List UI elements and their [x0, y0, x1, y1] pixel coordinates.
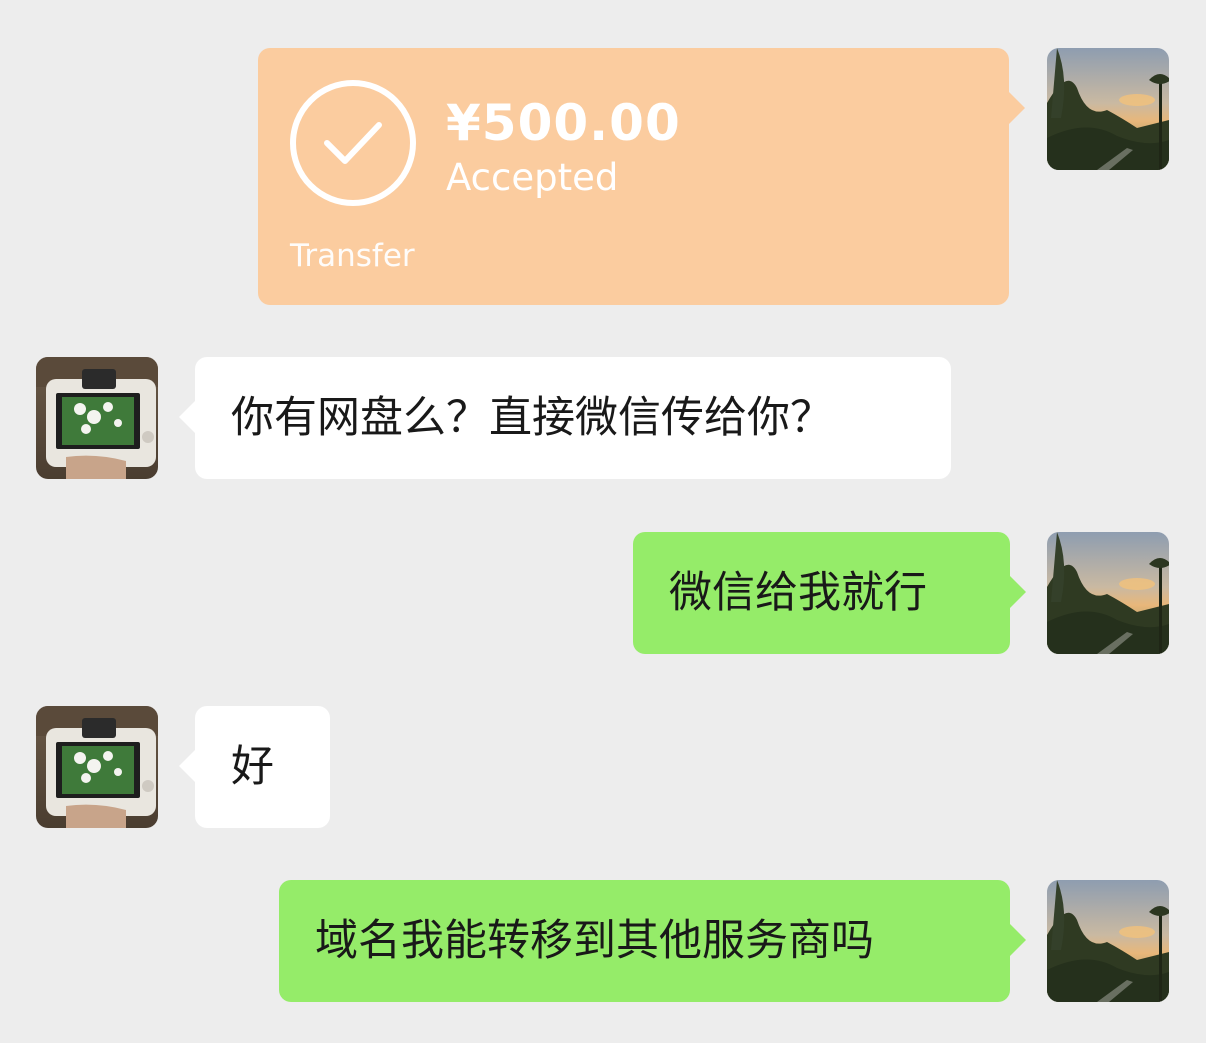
message-text: 你有网盘么？直接微信传给你？	[231, 393, 833, 443]
transfer-label: Transfer	[290, 238, 415, 274]
message-bubble[interactable]: 好	[179, 706, 330, 828]
avatar[interactable]	[1047, 532, 1169, 654]
avatar[interactable]	[36, 357, 158, 479]
transfer-status: Accepted	[446, 156, 619, 199]
avatar[interactable]	[1047, 48, 1169, 170]
message-bubble[interactable]: 域名我能转移到其他服务商吗	[279, 880, 1026, 1002]
bubble-tail	[1009, 575, 1026, 609]
message-bubble[interactable]: 微信给我就行	[633, 532, 1026, 654]
message-text: 好	[231, 742, 274, 792]
message-text: 微信给我就行	[669, 568, 927, 618]
avatar[interactable]	[1047, 880, 1169, 1002]
bubble-tail	[1008, 91, 1025, 125]
bubble-tail	[1009, 923, 1026, 957]
transfer-card[interactable]: ¥500.00 Accepted Transfer	[258, 48, 1025, 305]
check-circle-icon	[290, 80, 416, 206]
bubble-tail	[179, 749, 196, 783]
message-bubble[interactable]: 你有网盘么？直接微信传给你？	[179, 357, 951, 479]
avatar[interactable]	[36, 706, 158, 828]
bubble-tail	[179, 400, 196, 434]
message-text: 域名我能转移到其他服务商吗	[315, 916, 874, 966]
transfer-amount: ¥500.00	[446, 94, 681, 152]
